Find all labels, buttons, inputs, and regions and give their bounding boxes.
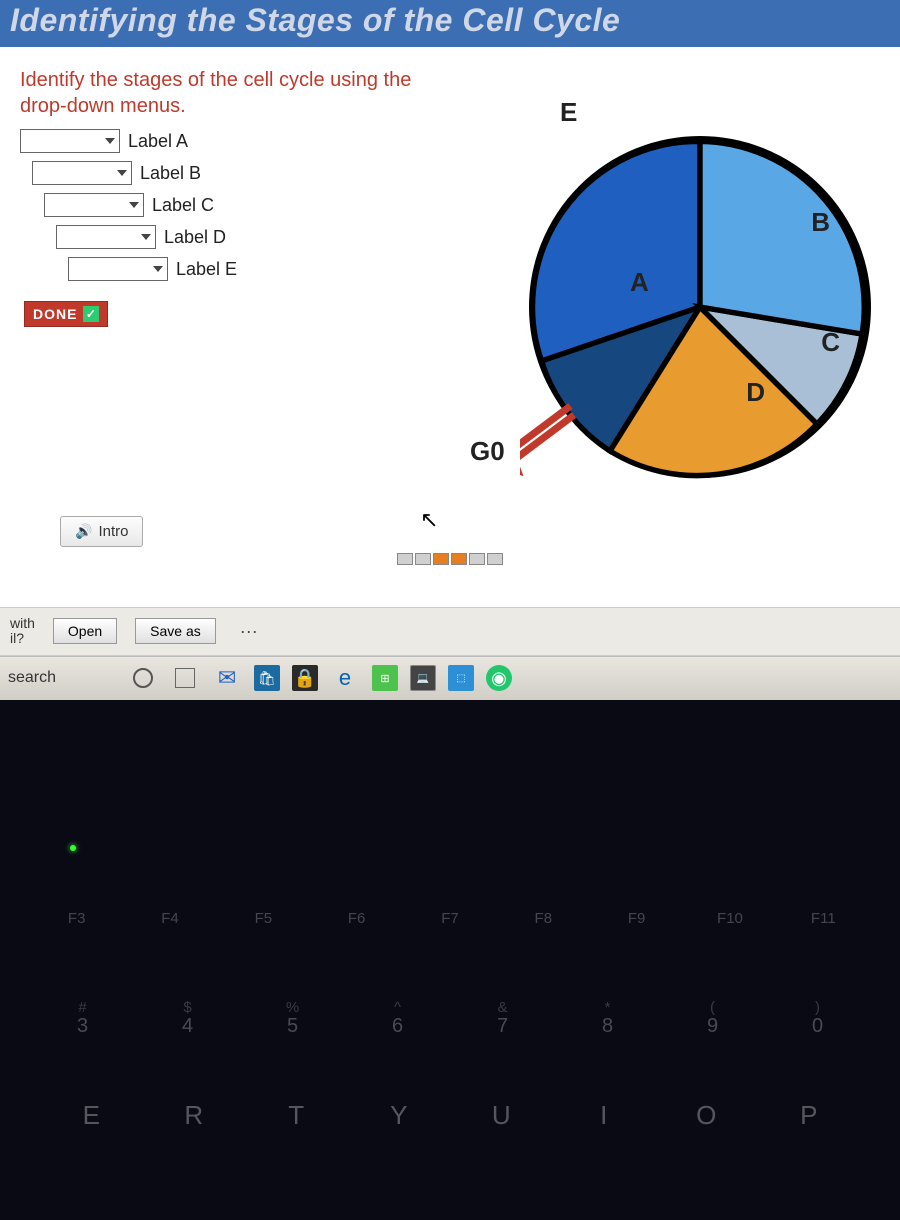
- laptop-keyboard: F3 F4 F5 F6 F7 F8 F9 F10 F11 #3 $4 %5 ^6…: [0, 700, 900, 1220]
- more-button[interactable]: ···: [234, 621, 264, 642]
- cortana-icon[interactable]: [128, 663, 158, 693]
- page-title: Identifying the Stages of the Cell Cycle: [0, 0, 900, 47]
- key-e: E: [40, 1100, 143, 1131]
- slide-thumb[interactable]: [469, 553, 485, 565]
- label-a-text: Label A: [128, 131, 188, 152]
- check-icon: ✓: [83, 306, 99, 322]
- dropdown-b[interactable]: [32, 161, 132, 185]
- label-b-text: Label B: [140, 163, 201, 184]
- chevron-down-icon: [105, 138, 115, 144]
- app-icon-blue[interactable]: ⬚: [448, 665, 474, 691]
- slide-thumb[interactable]: [451, 553, 467, 565]
- key-r: R: [143, 1100, 246, 1131]
- key-f8: F8: [497, 910, 590, 927]
- mouse-cursor-icon: ↖: [420, 507, 438, 533]
- power-led-icon: [70, 845, 76, 851]
- taskbar: search ✉ 🛍 🔒 e ⊞ 💻 ⬚ ◉: [0, 656, 900, 700]
- app-icon-laptop[interactable]: 💻: [410, 665, 436, 691]
- diagram-label-e: E: [560, 97, 577, 128]
- key-f10: F10: [683, 910, 776, 927]
- key-f9: F9: [590, 910, 683, 927]
- instructions-text: Identify the stages of the cell cycle us…: [20, 67, 460, 119]
- intro-label: Intro: [98, 523, 128, 540]
- function-key-row: F3 F4 F5 F6 F7 F8 F9 F10 F11: [0, 910, 900, 927]
- dropdown-a[interactable]: [20, 129, 120, 153]
- diagram-label-g0: G0: [470, 436, 505, 467]
- lock-icon[interactable]: 🔒: [292, 665, 318, 691]
- number-key-row: #3 $4 %5 ^6 &7 *8 (9 )0: [0, 1000, 900, 1038]
- key-f4: F4: [123, 910, 216, 927]
- slide-thumb[interactable]: [415, 553, 431, 565]
- key-f6: F6: [310, 910, 403, 927]
- key-f5: F5: [217, 910, 310, 927]
- diagram-label-a: A: [630, 267, 649, 298]
- key-i: I: [553, 1100, 656, 1131]
- edge-icon[interactable]: e: [330, 663, 360, 693]
- taskbar-search[interactable]: search: [8, 669, 116, 687]
- chevron-down-icon: [153, 266, 163, 272]
- dropdown-d[interactable]: [56, 225, 156, 249]
- speaker-icon: 🔊: [75, 523, 92, 540]
- download-prompt: with il?: [10, 616, 35, 647]
- key-t: T: [245, 1100, 348, 1131]
- chevron-down-icon: [117, 170, 127, 176]
- done-label: DONE: [33, 306, 77, 322]
- key-5: %5: [240, 1000, 345, 1038]
- key-0: )0: [765, 1000, 870, 1038]
- done-button[interactable]: DONE ✓: [24, 301, 108, 327]
- diagram-label-b: B: [811, 207, 830, 238]
- key-f7: F7: [403, 910, 496, 927]
- app-icon-green[interactable]: ⊞: [372, 665, 398, 691]
- label-e-text: Label E: [176, 259, 237, 280]
- key-f11: F11: [777, 910, 870, 927]
- key-9: (9: [660, 1000, 765, 1038]
- key-3: #3: [30, 1000, 135, 1038]
- dropdown-e[interactable]: [68, 257, 168, 281]
- save-as-button[interactable]: Save as: [135, 618, 216, 644]
- activity-panel: Identify the stages of the cell cycle us…: [0, 47, 900, 607]
- key-p: P: [758, 1100, 861, 1131]
- key-y: Y: [348, 1100, 451, 1131]
- key-6: ^6: [345, 1000, 450, 1038]
- slide-thumb-active[interactable]: [433, 553, 449, 565]
- download-bar: with il? Open Save as ···: [0, 607, 900, 656]
- slide-thumb[interactable]: [487, 553, 503, 565]
- key-u: U: [450, 1100, 553, 1131]
- key-f3: F3: [30, 910, 123, 927]
- open-button[interactable]: Open: [53, 618, 117, 644]
- cell-cycle-diagram: E A B C D G0: [520, 127, 880, 487]
- dropdown-c[interactable]: [44, 193, 144, 217]
- letter-key-row: E R T Y U I O P: [0, 1100, 900, 1131]
- app-icon-round[interactable]: ◉: [486, 665, 512, 691]
- slide-thumbnails: [397, 553, 503, 565]
- diagram-label-c: C: [821, 327, 840, 358]
- chevron-down-icon: [129, 202, 139, 208]
- label-c-text: Label C: [152, 195, 214, 216]
- mail-icon[interactable]: ✉: [212, 663, 242, 693]
- slide-thumb[interactable]: [397, 553, 413, 565]
- label-d-text: Label D: [164, 227, 226, 248]
- key-4: $4: [135, 1000, 240, 1038]
- key-o: O: [655, 1100, 758, 1131]
- task-view-icon[interactable]: [170, 663, 200, 693]
- store-icon[interactable]: 🛍: [254, 665, 280, 691]
- key-8: *8: [555, 1000, 660, 1038]
- key-7: &7: [450, 1000, 555, 1038]
- chevron-down-icon: [141, 234, 151, 240]
- intro-button[interactable]: 🔊 Intro: [60, 516, 143, 547]
- diagram-label-d: D: [746, 377, 765, 408]
